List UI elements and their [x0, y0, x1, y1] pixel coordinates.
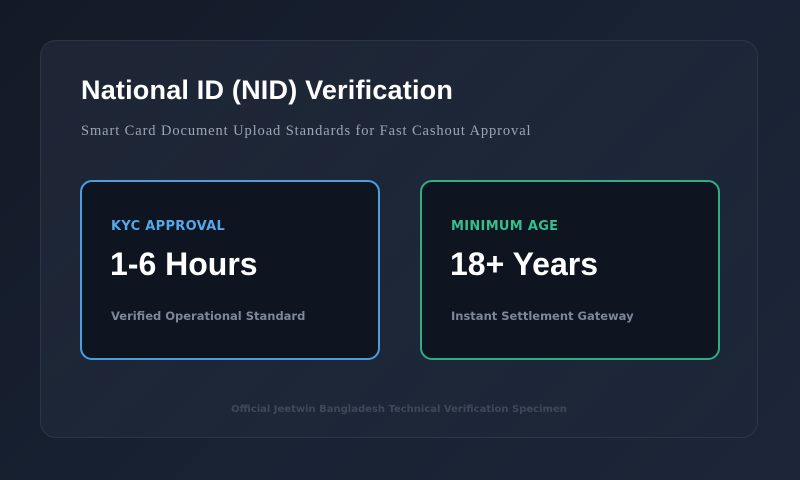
page-title: National ID (NID) Verification: [81, 75, 454, 105]
minimum-age-card: MINIMUM AGE 18+ Years Instant Settlement…: [420, 180, 720, 360]
footer-caption: Official Jeetwin Bangladesh Technical Ve…: [231, 404, 567, 415]
kyc-approval-note: Verified Operational Standard: [111, 309, 306, 323]
kyc-approval-card: KYC APPROVAL 1-6 Hours Verified Operatio…: [80, 180, 380, 360]
kyc-approval-label: KYC APPROVAL: [111, 219, 226, 234]
minimum-age-value: 18+ Years: [450, 246, 599, 282]
kyc-approval-value: 1-6 Hours: [110, 246, 258, 282]
minimum-age-note: Instant Settlement Gateway: [451, 309, 634, 323]
minimum-age-label: MINIMUM AGE: [451, 219, 559, 234]
verification-panel: National ID (NID) Verification Smart Car…: [40, 40, 758, 438]
page-subtitle: Smart Card Document Upload Standards for…: [81, 123, 532, 139]
